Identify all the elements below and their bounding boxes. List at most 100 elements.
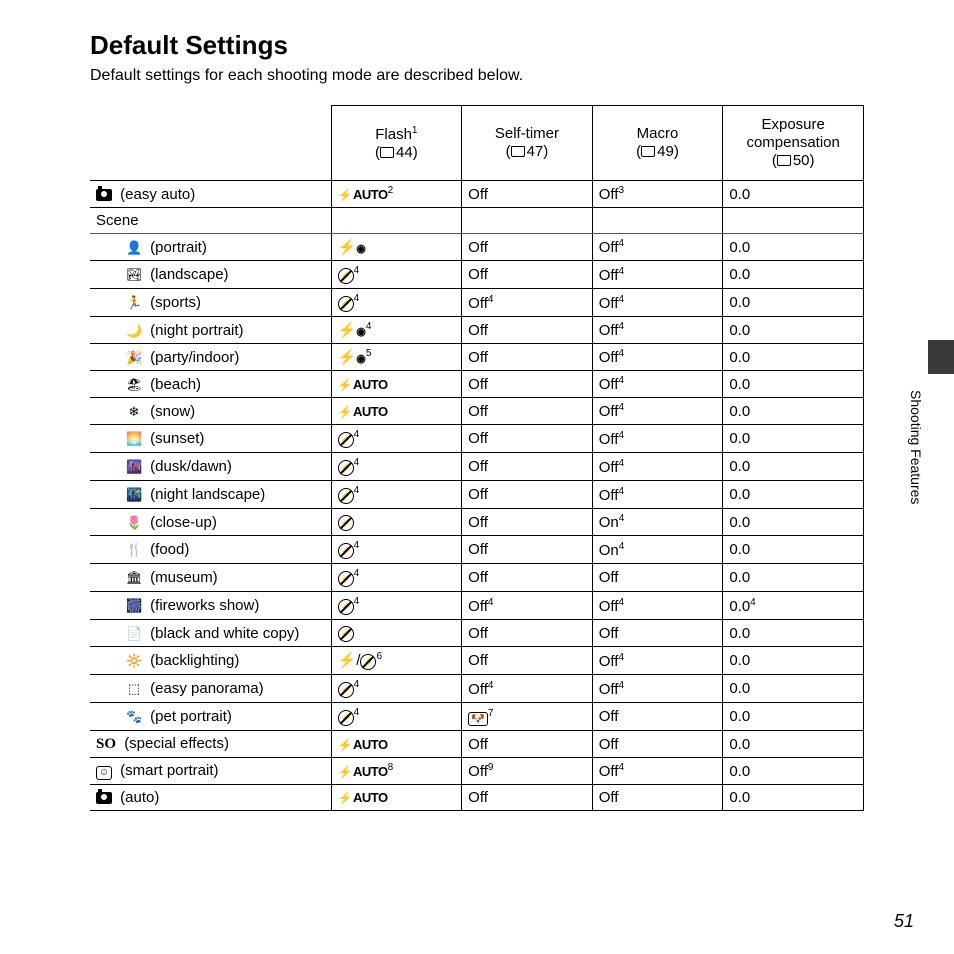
mode-label: (snow)	[150, 403, 195, 420]
cell-text: Off	[468, 736, 488, 753]
table-row: 🌆 (dusk/dawn)4OffOff40.0	[90, 453, 864, 481]
mode-label: (portrait)	[150, 239, 207, 256]
header-row: Flash1 (44) Self-timer (47) Macro (49) E…	[90, 106, 864, 181]
table-row: 🏞 (landscape)4OffOff40.0	[90, 261, 864, 289]
flash-auto-icon: AUTO	[338, 404, 388, 419]
landscape-icon: 🏞	[126, 267, 142, 283]
cell-text: Off	[468, 295, 488, 312]
mode-label: (special effects)	[124, 735, 229, 752]
table-row: 🌙 (night portrait)⚡◉4OffOff40.0	[90, 317, 864, 344]
table-row: 🌅 (sunset)4OffOff40.0	[90, 425, 864, 453]
night-portrait-icon: 🌙	[126, 323, 142, 339]
cell-text: Off	[468, 266, 488, 283]
closeup-icon: 🌷	[126, 515, 142, 531]
cell-text: 0.0	[729, 541, 750, 558]
cell-text: Off	[599, 459, 619, 476]
pet-icon: 🐾	[126, 709, 142, 725]
cell-text: Off	[468, 403, 488, 420]
cell-text: 0.0	[729, 789, 750, 806]
mode-label: (smart portrait)	[120, 762, 218, 779]
mode-label: (easy auto)	[120, 186, 195, 203]
table-row: 🏖 (beach)AUTOOffOff40.0	[90, 371, 864, 398]
night-landscape-icon: 🌃	[126, 487, 142, 503]
table-row: 🎆 (fireworks show)4Off4Off40.04	[90, 592, 864, 620]
flash-off-icon	[338, 460, 354, 476]
cell-text: 0.0	[729, 458, 750, 475]
cell-text: Off	[599, 431, 619, 448]
cell-text: 0.0	[729, 294, 750, 311]
cell-text: Off	[599, 598, 619, 615]
cell-text: Off	[599, 376, 619, 393]
mode-label: (party/indoor)	[150, 349, 239, 366]
intro-text: Default settings for each shooting mode …	[90, 67, 864, 85]
cell-text: Off	[468, 789, 488, 806]
flash-off-icon	[338, 682, 354, 698]
cell-text: Off	[468, 625, 488, 642]
bwcopy-icon: 📄	[126, 626, 142, 642]
mode-label: (sports)	[150, 294, 201, 311]
cell-text: Off	[468, 652, 488, 669]
cell-text: 0.0	[729, 186, 750, 203]
flash-auto-icon: AUTO	[338, 764, 388, 779]
pet-release-icon: 🐶	[468, 712, 488, 726]
mode-label: (dusk/dawn)	[150, 458, 232, 475]
cell-text: 0.0	[729, 239, 750, 256]
table-row: 🏃 (sports)4Off4Off40.0	[90, 289, 864, 317]
dusk-icon: 🌆	[126, 459, 142, 475]
table-row: ☺ (smart portrait)AUTO8Off9Off40.0	[90, 758, 864, 785]
flash-auto-icon: AUTO	[338, 187, 388, 202]
cell-text: Off	[599, 349, 619, 366]
food-icon: 🍴	[126, 542, 142, 558]
cell-text: 0.0	[729, 322, 750, 339]
flash-off-icon	[338, 626, 354, 642]
mode-label: (beach)	[150, 376, 201, 393]
cell-text: 0.0	[729, 708, 750, 725]
sunset-icon: 🌅	[126, 431, 142, 447]
so-icon: SO	[96, 736, 116, 752]
cell-text: Off	[468, 598, 488, 615]
fireworks-icon: 🎆	[126, 598, 142, 614]
cell-text: Off	[599, 487, 619, 504]
cell-text: Off	[468, 486, 488, 503]
flash-auto-icon: AUTO	[338, 377, 388, 392]
cell-text: 0.0	[729, 569, 750, 586]
panorama-icon: ⬚	[126, 681, 142, 697]
table-row: 🍴 (food)4OffOn40.0	[90, 536, 864, 564]
cell-text: Off	[599, 569, 619, 586]
flash-off-icon	[338, 296, 354, 312]
table-row: ⬚ (easy panorama)4Off4Off40.0	[90, 675, 864, 703]
table-row: 🌷 (close-up)OffOn40.0	[90, 509, 864, 536]
book-icon	[511, 143, 527, 160]
col-flash: Flash1 (44)	[331, 106, 462, 181]
camera-icon	[96, 792, 112, 804]
cell-text: 0.0	[729, 763, 750, 780]
cell-text: Off	[599, 295, 619, 312]
table-row: (easy auto)AUTO2OffOff30.0	[90, 181, 864, 208]
party-icon: 🎉	[126, 350, 142, 366]
col-macro: Macro (49)	[592, 106, 723, 181]
defaults-table: Flash1 (44) Self-timer (47) Macro (49) E…	[90, 105, 864, 811]
flash-off-icon	[338, 710, 354, 726]
cell-text: 0.0	[729, 598, 750, 615]
cell-text: Off	[599, 267, 619, 284]
flash-off-icon	[338, 432, 354, 448]
cell-text: 0.0	[729, 430, 750, 447]
mode-label: (black and white copy)	[150, 625, 299, 642]
col-selftimer: Self-timer (47)	[462, 106, 593, 181]
flash-off-icon	[338, 571, 354, 587]
cell-text: 0.0	[729, 349, 750, 366]
mode-label: (backlighting)	[150, 652, 239, 669]
cell-text: Off	[599, 763, 619, 780]
cell-text: Off	[468, 763, 488, 780]
table-row: 🏛 (museum)4OffOff0.0	[90, 564, 864, 592]
table-row: (auto)AUTOOffOff0.0	[90, 785, 864, 811]
flash-off-icon	[360, 654, 376, 670]
mode-label: (auto)	[120, 789, 159, 806]
table-row: 🐾 (pet portrait)4🐶7Off0.0	[90, 703, 864, 731]
flash-auto-icon: AUTO	[338, 737, 388, 752]
cell-text: 0.0	[729, 376, 750, 393]
book-icon	[380, 144, 396, 161]
cell-text: Off	[468, 430, 488, 447]
cell-text: 0.0	[729, 625, 750, 642]
flash-redeye-icon: ⚡◉	[338, 239, 366, 256]
